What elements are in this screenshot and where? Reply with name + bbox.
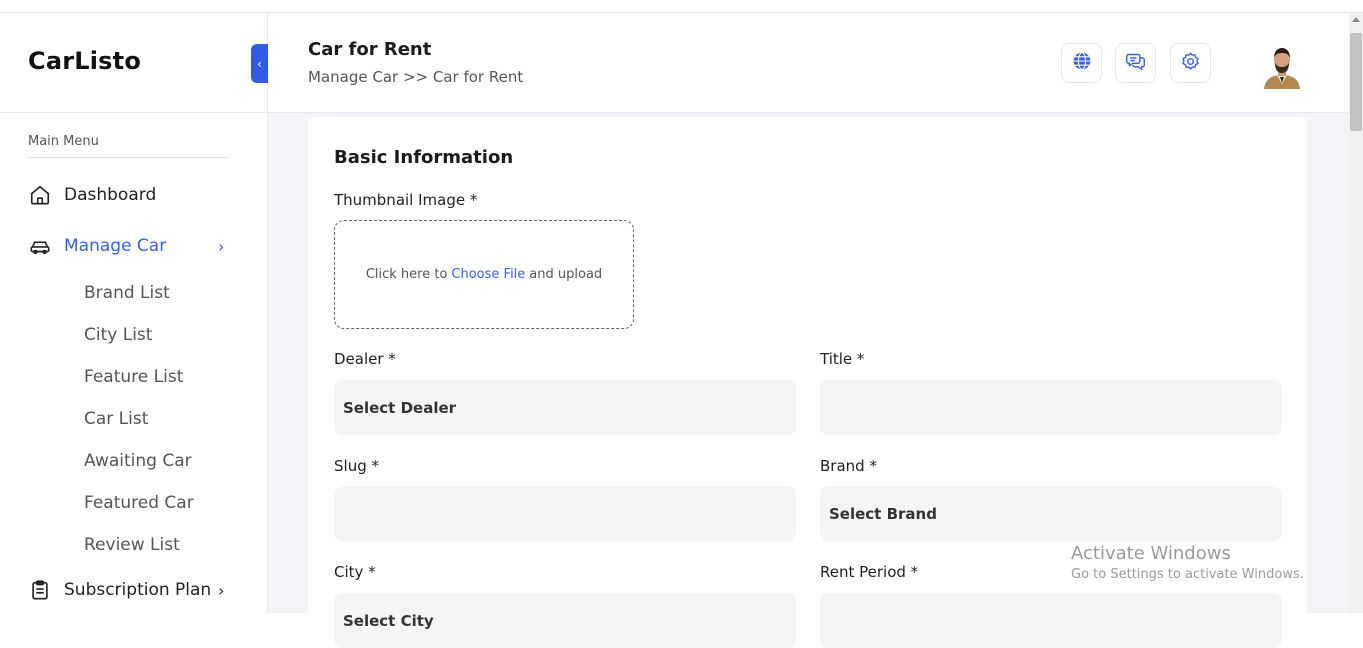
- sidebar-item-manage-car[interactable]: Manage Car: [28, 234, 166, 258]
- upload-text-before: Click here to: [365, 267, 448, 282]
- sidebar-item-label: Dashboard: [64, 185, 157, 205]
- brand-label: Brand *: [820, 457, 877, 475]
- settings-button[interactable]: [1170, 43, 1211, 83]
- menu-title: Main Menu: [28, 134, 99, 149]
- sidebar-item-dashboard[interactable]: Dashboard: [28, 183, 156, 207]
- app-logo[interactable]: CarListo: [28, 47, 141, 75]
- sidebar-subitem-brand-list[interactable]: Brand List: [84, 283, 170, 303]
- chat-icon: [1125, 51, 1146, 76]
- sidebar-subitem-awaiting-car[interactable]: Awaiting Car: [84, 451, 192, 471]
- chevron-left-icon: ‹: [257, 56, 262, 71]
- title-input[interactable]: [820, 380, 1282, 435]
- sidebar-subitem-featured-car[interactable]: Featured Car: [84, 493, 194, 513]
- chevron-right-icon: ›: [218, 237, 225, 256]
- watermark-subtitle: Go to Settings to activate Windows.: [1071, 567, 1304, 582]
- car-icon: [28, 234, 52, 258]
- upload-text-after: and upload: [529, 267, 603, 282]
- thumbnail-upload-dropzone[interactable]: Click here to Choose File and upload: [334, 220, 634, 329]
- sidebar-item-subscription-plan[interactable]: Subscription Plan: [28, 578, 211, 602]
- page-header: Car for Rent Manage Car >> Car for Rent: [268, 13, 1349, 113]
- city-label: City *: [334, 563, 376, 581]
- breadcrumb: Manage Car >> Car for Rent: [308, 68, 524, 86]
- dealer-select[interactable]: Select Dealer: [334, 380, 796, 435]
- slug-input[interactable]: [334, 486, 796, 541]
- page-scrollbar[interactable]: [1349, 13, 1363, 613]
- sidebar-subitem-car-list[interactable]: Car List: [84, 409, 148, 429]
- thumbnail-label: Thumbnail Image *: [334, 191, 478, 209]
- choose-file-link[interactable]: Choose File: [451, 267, 525, 282]
- sidebar-subitem-city-list[interactable]: City List: [84, 325, 152, 345]
- chevron-right-icon: ›: [218, 581, 225, 600]
- settings-icon: [1180, 51, 1201, 76]
- sidebar-item-label: Manage Car: [64, 236, 167, 256]
- brand-divider: [0, 112, 268, 113]
- language-button[interactable]: [1061, 43, 1102, 83]
- main-content: Car for Rent Manage Car >> Car for Rent: [268, 13, 1349, 648]
- sidebar-subitem-review-list[interactable]: Review List: [84, 535, 180, 555]
- section-title: Basic Information: [334, 147, 514, 168]
- top-edge: [0, 0, 1363, 13]
- rent-period-select[interactable]: [820, 593, 1282, 648]
- home-icon: [28, 183, 52, 207]
- messages-button[interactable]: [1115, 43, 1156, 83]
- page-title: Car for Rent: [308, 39, 432, 60]
- rent-period-label: Rent Period *: [820, 563, 919, 581]
- sidebar-item-label: Subscription Plan: [64, 580, 212, 600]
- globe-icon: [1072, 51, 1092, 75]
- sidebar: CarListo ‹ Main Menu Dashboard Manage Ca…: [0, 13, 268, 613]
- windows-activation-watermark: Activate Windows Go to Settings to activ…: [1071, 543, 1304, 582]
- brand-select[interactable]: Select Brand: [820, 486, 1282, 541]
- scrollbar-thumb[interactable]: [1350, 33, 1362, 131]
- scroll-up-arrow-icon[interactable]: [1352, 17, 1360, 22]
- sidebar-subitem-feature-list[interactable]: Feature List: [84, 367, 183, 387]
- avatar[interactable]: [1258, 41, 1306, 89]
- title-label: Title *: [820, 350, 865, 368]
- watermark-title: Activate Windows: [1071, 543, 1231, 564]
- slug-label: Slug *: [334, 457, 379, 475]
- sidebar-collapse-button[interactable]: ‹: [251, 44, 268, 83]
- menu-divider: [28, 157, 228, 158]
- city-select[interactable]: Select City: [334, 593, 796, 648]
- clipboard-icon: [28, 578, 52, 602]
- dealer-label: Dealer *: [334, 350, 396, 368]
